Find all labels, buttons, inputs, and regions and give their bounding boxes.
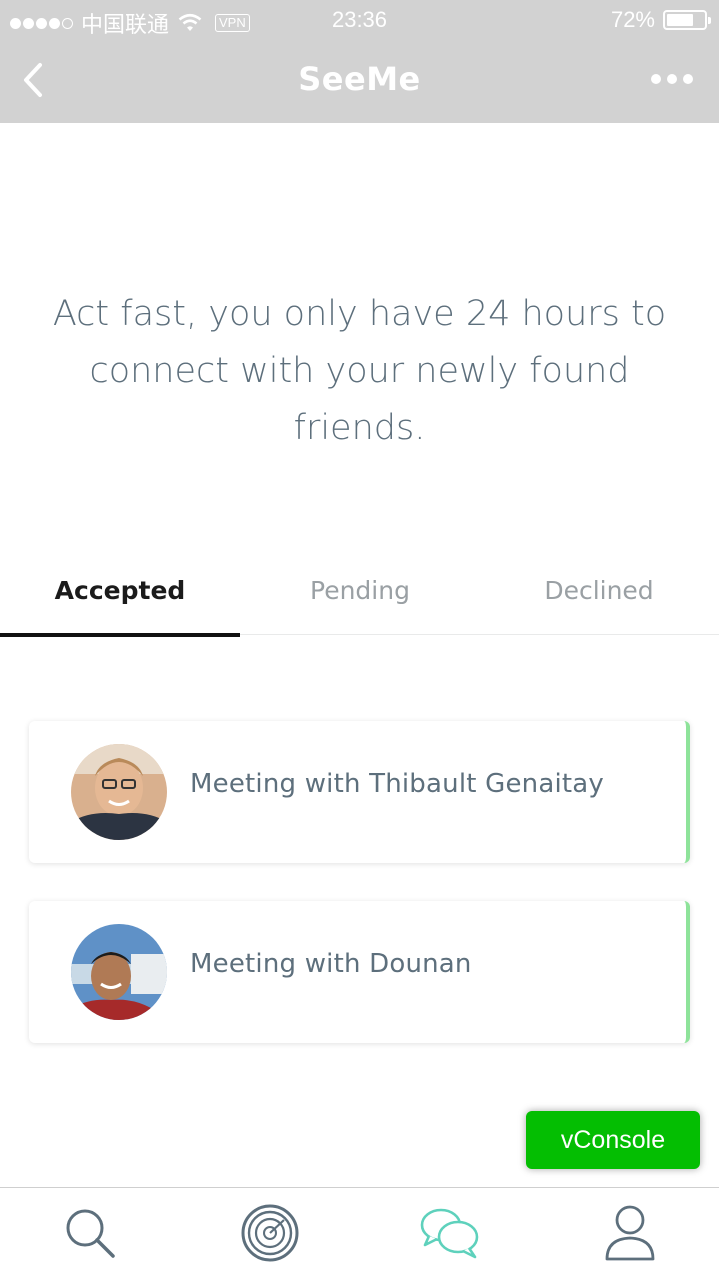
meeting-card[interactable]: Meeting with Thibault Genaitay bbox=[29, 721, 690, 863]
tab-chat[interactable] bbox=[360, 1193, 540, 1273]
tab-pending[interactable]: Pending bbox=[240, 555, 480, 635]
tab-search[interactable] bbox=[0, 1193, 180, 1273]
meeting-label: Meeting with Dounan bbox=[190, 949, 472, 979]
battery-percent: 72% bbox=[610, 7, 655, 32]
nav-bar: SeeMe bbox=[0, 40, 719, 123]
hero-highlight: Act fast bbox=[52, 294, 186, 334]
radar-icon bbox=[241, 1204, 299, 1262]
bottom-tab-bar bbox=[0, 1187, 719, 1280]
search-icon bbox=[66, 1209, 115, 1258]
battery-icon bbox=[663, 10, 711, 30]
vconsole-button[interactable]: vConsole bbox=[526, 1111, 700, 1169]
status-tabs: Accepted Pending Declined bbox=[0, 555, 719, 637]
tab-declined[interactable]: Declined bbox=[479, 555, 719, 635]
status-right: 72% bbox=[610, 7, 711, 33]
avatar bbox=[71, 744, 167, 840]
meeting-card[interactable]: Meeting with Dounan bbox=[29, 901, 690, 1043]
status-bar: 中国联通 VPN 23:36 72% bbox=[0, 0, 719, 40]
tab-profile[interactable] bbox=[540, 1193, 719, 1273]
profile-icon bbox=[605, 1205, 655, 1261]
tab-accepted[interactable]: Accepted bbox=[0, 555, 240, 637]
avatar bbox=[71, 924, 167, 1020]
hero-message: Act fast, you only have 24 hours to conn… bbox=[40, 286, 679, 457]
page-title: SeeMe bbox=[298, 60, 421, 98]
more-options-icon[interactable] bbox=[651, 74, 693, 84]
meeting-label: Meeting with Thibault Genaitay bbox=[190, 769, 604, 799]
chat-icon bbox=[420, 1208, 479, 1259]
tab-radar[interactable] bbox=[180, 1193, 360, 1273]
